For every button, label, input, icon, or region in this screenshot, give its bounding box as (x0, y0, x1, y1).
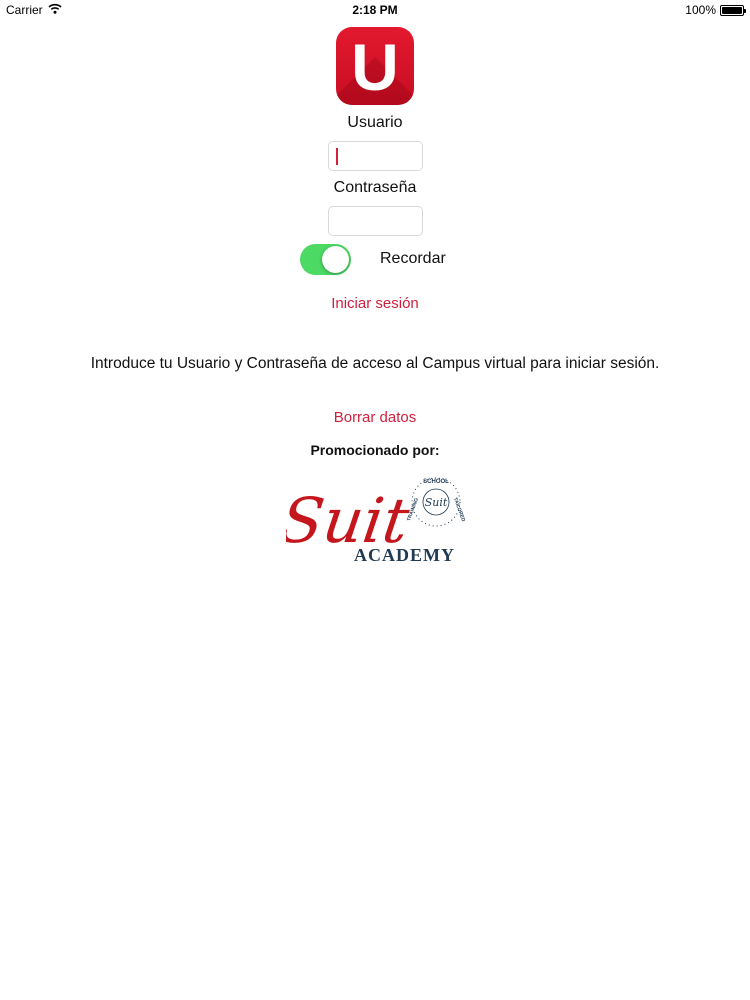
username-label: Usuario (347, 114, 403, 131)
toggle-knob (322, 246, 349, 273)
login-button[interactable]: Iniciar sesión (0, 295, 750, 312)
text-cursor (336, 148, 338, 165)
instructions-text: Introduce tu Usuario y Contraseña de acc… (90, 355, 660, 372)
promoted-by-label: Promocionado por: (310, 442, 440, 458)
svg-text:TAILORED: TAILORED (452, 497, 466, 523)
svg-text:SCHOOL: SCHOOL (423, 479, 449, 485)
status-right: 100% (685, 3, 746, 17)
suit-academy-logo: Suit ACADEMY Suit SCHOOL TRAINING TAILOR… (276, 472, 466, 567)
app-logo-letter: U (351, 30, 399, 104)
password-label: Contraseña (333, 179, 417, 196)
app-logo-icon: U (336, 27, 414, 105)
battery-icon (720, 4, 746, 16)
password-field[interactable] (328, 206, 423, 236)
svg-text:Suit: Suit (425, 496, 448, 509)
status-bar: Carrier 2:18 PM 100% (0, 0, 750, 20)
battery-percent: 100% (685, 3, 716, 17)
svg-text:ACADEMY: ACADEMY (354, 545, 455, 565)
clear-data-button[interactable]: Borrar datos (0, 409, 750, 426)
status-time: 2:18 PM (352, 3, 398, 17)
remember-toggle[interactable] (300, 244, 351, 275)
remember-label: Recordar (380, 250, 446, 267)
username-field[interactable] (328, 141, 423, 171)
